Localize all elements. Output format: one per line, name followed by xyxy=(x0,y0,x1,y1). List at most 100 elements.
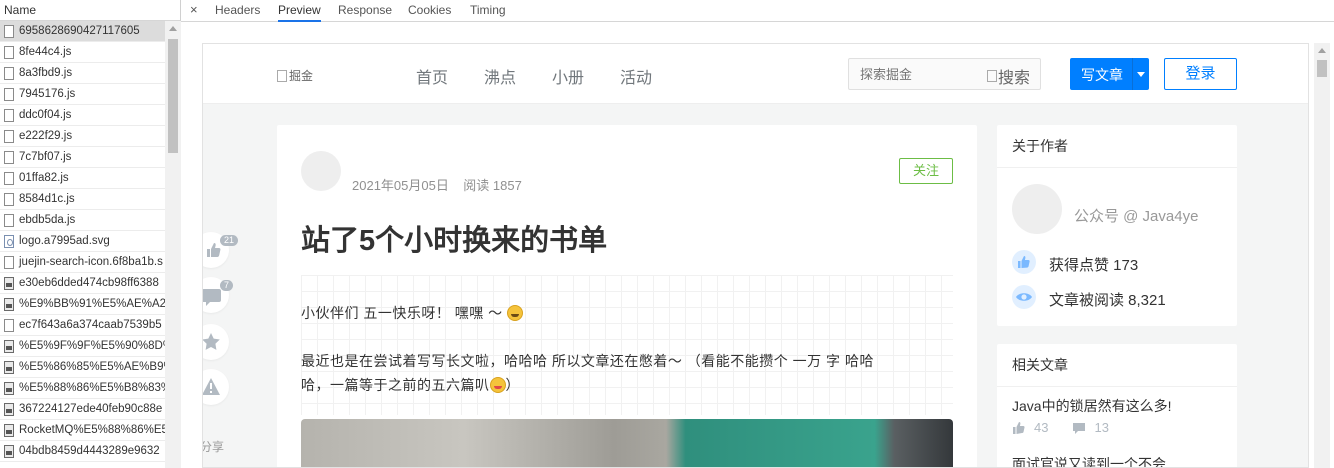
network-request-panel: Name 6958628690427117605 8fe44c4.js 8a3fbd… xyxy=(0,0,181,468)
scroll-up-arrow-icon[interactable] xyxy=(169,26,177,31)
related-article-2[interactable]: 面试官说又读到一个不会 xyxy=(1012,454,1166,467)
request-name: ebdb5da.js xyxy=(19,214,76,226)
request-name: 367224127ede40feb90c88e xyxy=(19,403,163,415)
article-paragraph-1: 小伙伴们 五一快乐呀！ 嘿嘿 ～ xyxy=(301,301,524,325)
request-row[interactable]: 8fe44c4.js xyxy=(0,42,165,63)
image-file-icon xyxy=(4,361,14,374)
preview-pane: 掘金 首页 沸点 小册 活动 搜索 写文章 登录 xyxy=(181,22,1334,468)
author-avatar[interactable] xyxy=(301,151,341,191)
search-button-alt: 搜索 xyxy=(998,70,1031,87)
eye-icon xyxy=(1016,293,1032,301)
request-row[interactable]: 01ffa82.js xyxy=(0,168,165,189)
nav-events[interactable]: 活动 xyxy=(620,64,652,88)
request-row[interactable]: 6958628690427117605 xyxy=(0,21,165,42)
devtools-window: Name 6958628690427117605 8fe44c4.js 8a3fbd… xyxy=(0,0,1334,468)
collect-button[interactable] xyxy=(203,324,229,360)
request-row[interactable]: logo.a7995ad.svg xyxy=(0,231,165,252)
request-row[interactable]: juejin-search-icon.6f8ba1b.s xyxy=(0,252,165,273)
tab-response[interactable]: Response xyxy=(338,0,392,22)
document-file-icon xyxy=(4,109,14,122)
tab-headers[interactable]: Headers xyxy=(215,0,260,22)
request-row[interactable]: %E5%86%85%E5%AE%B9% xyxy=(0,357,165,378)
request-name: 01ffa82.js xyxy=(19,172,69,184)
request-list-scrollbar[interactable] xyxy=(165,21,181,468)
rendered-page: 掘金 首页 沸点 小册 活动 搜索 写文章 登录 xyxy=(202,43,1309,468)
request-row[interactable]: %E9%BB%91%E5%AE%A2% xyxy=(0,294,165,315)
author-card: 关于作者 公众号 @ Java4ye 获得点赞 173 文章被阅读 8,321 xyxy=(997,125,1237,326)
image-file-icon xyxy=(4,340,14,353)
request-row[interactable]: e30eb6dded474cb98ff6388 xyxy=(0,273,165,294)
request-row[interactable]: %E5%9F%9F%E5%90%8D% xyxy=(0,336,165,357)
scrollbar-thumb[interactable] xyxy=(168,39,178,153)
request-row[interactable]: e222f29.js xyxy=(0,126,165,147)
paragraph-2-line-1: 最近也是在尝试着写写长文啦，哈哈哈 所以文章还在憋着～ （看能不能攒个 一万 字… xyxy=(301,353,874,369)
close-icon[interactable]: × xyxy=(190,2,198,17)
request-row[interactable]: RocketMQ%E5%88%86%E5 xyxy=(0,420,165,441)
paragraph-1-text: 小伙伴们 五一快乐呀！ 嘿嘿 ～ xyxy=(301,305,508,321)
request-name: %E5%86%85%E5%AE%B9% xyxy=(19,361,165,373)
tab-cookies[interactable]: Cookies xyxy=(408,0,451,22)
report-button[interactable] xyxy=(203,369,229,405)
tongue-emoji-icon xyxy=(489,377,506,393)
related-card-title: 相关文章 xyxy=(997,344,1237,387)
request-row[interactable]: 8a3fbd9.js xyxy=(0,63,165,84)
article-paragraph-2: 最近也是在尝试着写写长文啦，哈哈哈 所以文章还在憋着～ （看能不能攒个 一万 字… xyxy=(301,349,953,397)
author-card-title: 关于作者 xyxy=(997,125,1237,168)
preview-scrollbar[interactable] xyxy=(1314,43,1330,468)
document-file-icon xyxy=(4,319,14,332)
document-file-icon xyxy=(4,214,14,227)
tab-preview[interactable]: Preview xyxy=(278,0,321,22)
related-article-1-comments: 13 xyxy=(1094,420,1109,435)
author-name[interactable]: 公众号 @ Java4ye xyxy=(1074,205,1198,226)
request-row[interactable]: ddc0f04.js xyxy=(0,105,165,126)
image-file-icon xyxy=(4,403,14,416)
author-card-avatar[interactable] xyxy=(1012,184,1062,234)
request-row[interactable]: 8584d1c.js xyxy=(0,189,165,210)
image-file-icon xyxy=(4,277,14,290)
nav-books[interactable]: 小册 xyxy=(552,64,584,88)
request-name: %E5%88%86%E5%B8%83% xyxy=(19,382,165,394)
document-file-icon xyxy=(4,25,14,38)
site-logo[interactable]: 掘金 xyxy=(277,67,313,84)
request-row[interactable]: 7c7bf07.js xyxy=(0,147,165,168)
image-file-icon xyxy=(4,382,14,395)
tab-timing[interactable]: Timing xyxy=(470,0,506,22)
related-article-1[interactable]: Java中的锁居然有这么多! xyxy=(1012,396,1171,416)
request-list: 6958628690427117605 8fe44c4.js 8a3fbd9.js 7… xyxy=(0,21,165,468)
likes-received: 获得点赞 173 xyxy=(1049,257,1139,274)
stat-read-badge xyxy=(1012,285,1036,309)
related-article-1-meta: 43 13 xyxy=(1012,420,1109,435)
request-name: logo.a7995ad.svg xyxy=(19,235,110,247)
name-column-header[interactable]: Name xyxy=(0,0,180,21)
document-file-icon xyxy=(4,46,14,59)
search-input[interactable] xyxy=(849,59,985,89)
scroll-up-arrow-icon[interactable] xyxy=(1318,48,1326,53)
search-box: 搜索 xyxy=(848,58,1041,90)
stat-like-badge xyxy=(1012,250,1036,274)
request-name: 8a3fbd9.js xyxy=(19,67,73,79)
request-row[interactable]: %E5%88%86%E5%B8%83% xyxy=(0,378,165,399)
write-article-button[interactable]: 写文章 xyxy=(1070,58,1149,90)
request-row[interactable]: 367224127ede40feb90c88e xyxy=(0,399,165,420)
search-button[interactable]: 搜索 xyxy=(987,64,1030,88)
nav-home[interactable]: 首页 xyxy=(416,64,448,88)
document-file-icon xyxy=(4,193,14,206)
svg-file-icon xyxy=(4,235,14,248)
chevron-down-icon[interactable] xyxy=(1137,72,1145,77)
request-row[interactable]: ec7f643a6a374caab7539b5 xyxy=(0,315,165,336)
request-name: ddc0f04.js xyxy=(19,109,72,121)
follow-button[interactable]: 关注 xyxy=(899,158,953,184)
publish-date: 2021年05月05日 xyxy=(352,178,449,193)
request-row[interactable]: 04bdb8459d4443289e9632 xyxy=(0,441,165,462)
request-row[interactable]: 7945176.js xyxy=(0,84,165,105)
nav-pins[interactable]: 沸点 xyxy=(484,64,516,88)
request-row[interactable]: ebdb5da.js xyxy=(0,210,165,231)
preview-scrollbar-thumb[interactable] xyxy=(1317,60,1327,77)
star-icon xyxy=(203,333,220,350)
request-name: 8fe44c4.js xyxy=(19,46,72,58)
request-name: RocketMQ%E5%88%86%E5 xyxy=(19,424,165,436)
write-article-label: 写文章 xyxy=(1081,67,1123,83)
comment-count-badge: 7 xyxy=(220,280,234,291)
request-name: ec7f643a6a374caab7539b5 xyxy=(19,319,162,331)
login-button[interactable]: 登录 xyxy=(1164,58,1237,90)
